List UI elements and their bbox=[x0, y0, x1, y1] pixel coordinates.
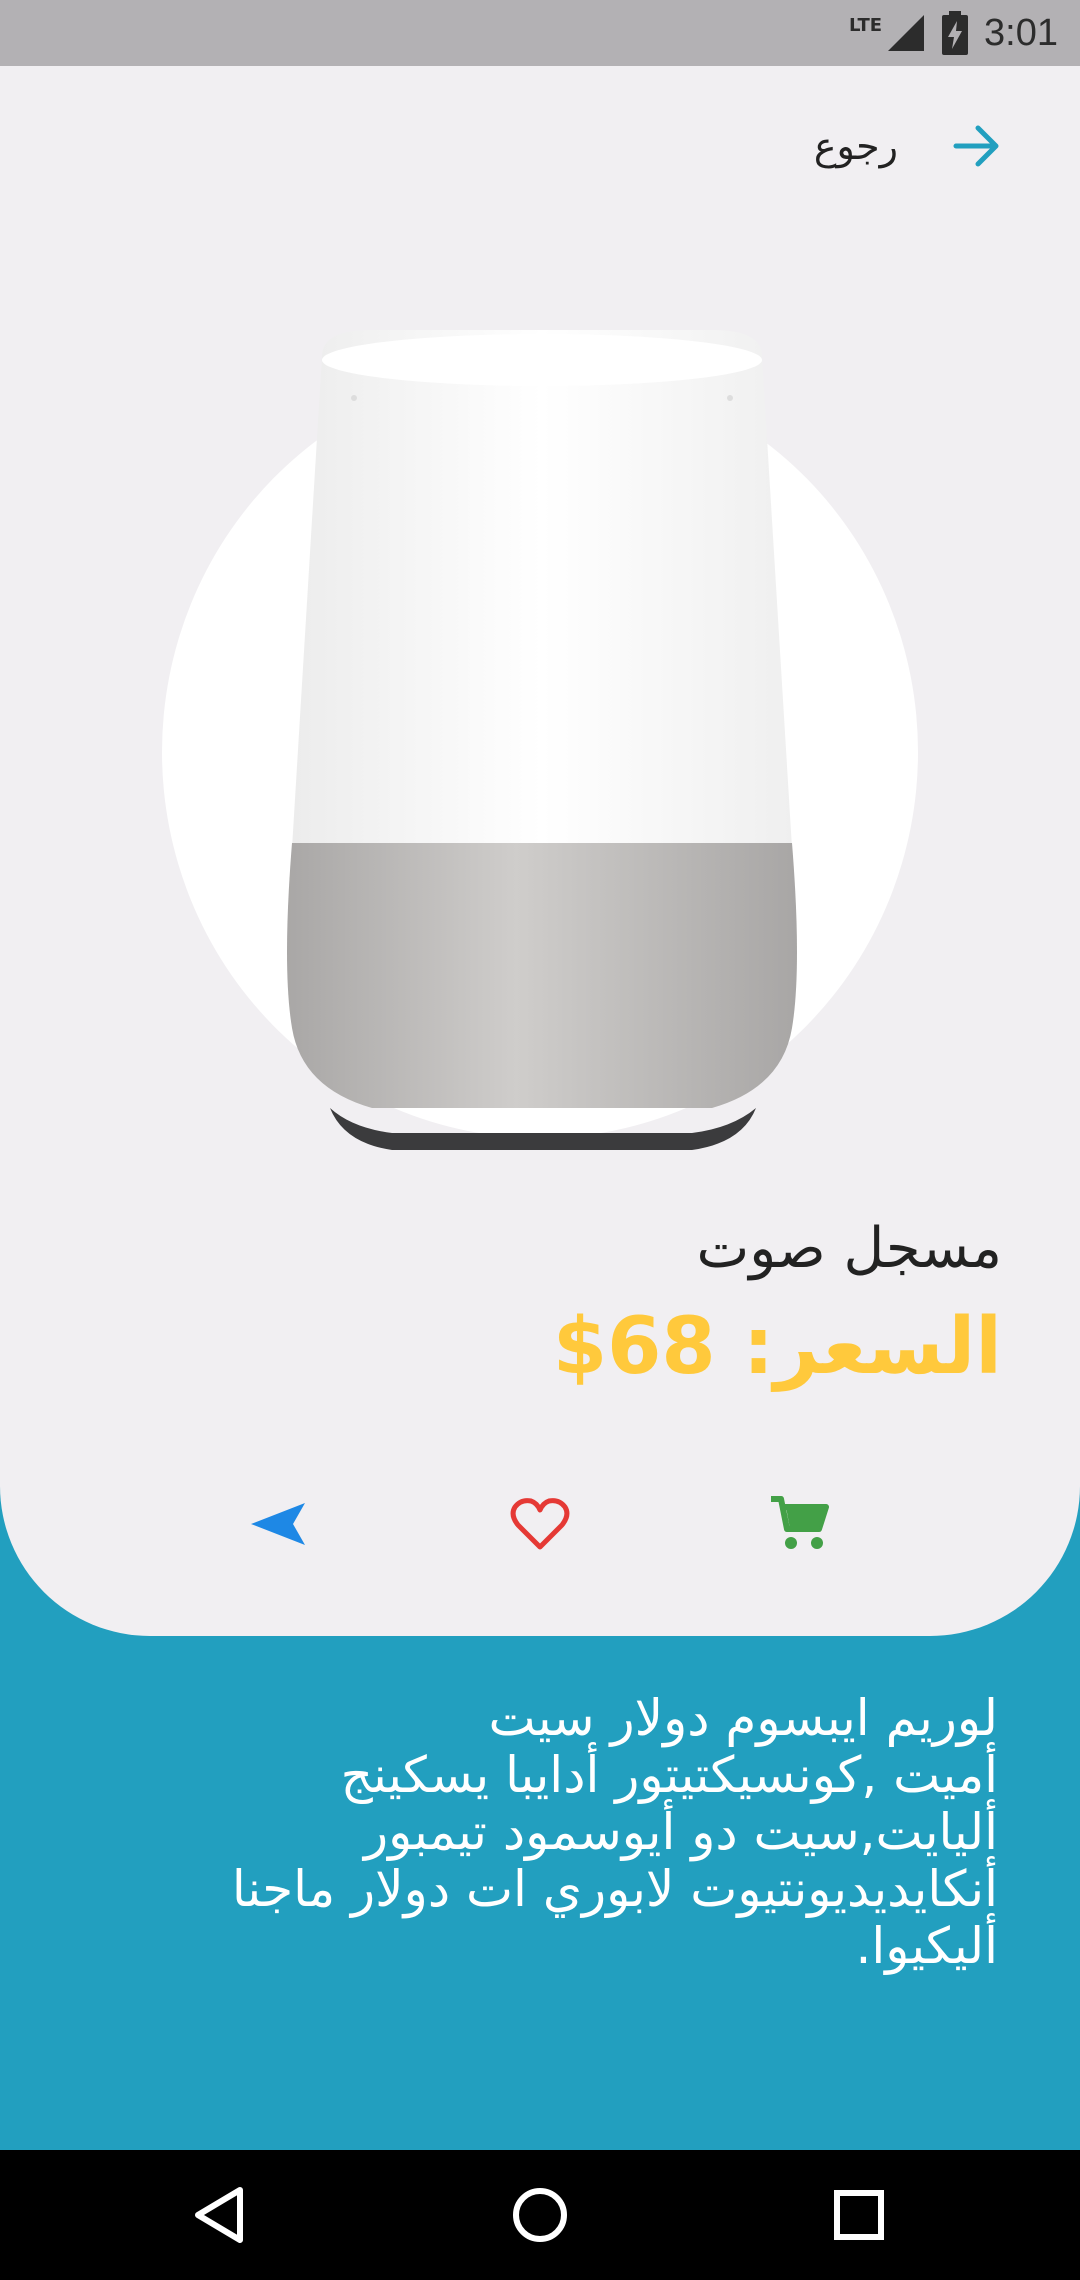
home-circle-icon[interactable] bbox=[507, 2182, 573, 2248]
favorite-button[interactable] bbox=[500, 1484, 580, 1564]
back-label: رجوع bbox=[813, 124, 898, 168]
navigation-bar bbox=[0, 2150, 1080, 2280]
back-button[interactable]: رجوع bbox=[814, 124, 1002, 168]
description-line: لوريم ايبسوم دولار سيت bbox=[488, 1689, 998, 1747]
battery-charging-icon bbox=[942, 11, 969, 55]
arrow-right-icon bbox=[953, 125, 999, 167]
description-line: أليكيوا. bbox=[855, 1917, 998, 1975]
clock: 3:01 bbox=[984, 11, 1058, 54]
heart-outline-icon bbox=[510, 1498, 570, 1550]
share-button[interactable] bbox=[238, 1484, 318, 1564]
network-type: LTE bbox=[848, 14, 883, 36]
product-price: السعر: 68$ bbox=[552, 1302, 1002, 1392]
status-bar: LTE 3:01 bbox=[0, 0, 1080, 66]
description-line: أنكايديديونتيوت لابوري ات دولار ماجنا bbox=[231, 1860, 998, 1918]
description-line: أميت ,كونسيكتيتور أدايبا يسكينج bbox=[340, 1746, 998, 1804]
description-line: أليايت,سيت دو أيوسمود تيمبور bbox=[363, 1803, 998, 1861]
share-send-icon bbox=[251, 1503, 305, 1545]
recents-square-icon[interactable] bbox=[826, 2182, 892, 2248]
cart-icon bbox=[771, 1496, 829, 1549]
product-card: رجوع مسجل صوت السعر: 68$ bbox=[0, 66, 1080, 1636]
add-to-cart-button[interactable] bbox=[760, 1484, 840, 1564]
product-actions bbox=[0, 1484, 1080, 1564]
signal-icon bbox=[888, 15, 925, 51]
smart-speaker-image bbox=[287, 330, 797, 1150]
product-name: مسجل صوت bbox=[696, 1216, 1002, 1281]
product-description: لوريم ايبسوم دولار سيت أميت ,كونسيكتيتور… bbox=[178, 1690, 998, 1975]
back-triangle-icon[interactable] bbox=[188, 2182, 254, 2248]
